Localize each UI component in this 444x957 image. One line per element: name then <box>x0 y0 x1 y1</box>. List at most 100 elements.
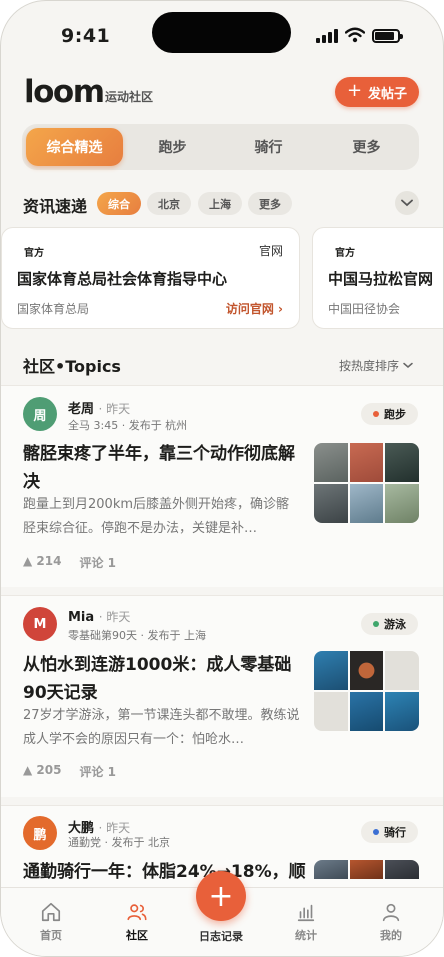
topics-title: 社区•Topics <box>23 357 121 376</box>
post-title[interactable]: 通勤骑行一年：体脂24%→18%，顺 <box>23 858 313 886</box>
news-card-title: 中国马拉松官网 <box>328 270 434 288</box>
post-photo <box>314 860 348 879</box>
post-meta: 零基础第90天 · 发布于 上海 <box>68 629 206 642</box>
post-category-tag[interactable]: 跑步 <box>361 403 418 425</box>
post-photo <box>385 860 419 879</box>
like-count[interactable]: ▲ 214 <box>23 554 61 571</box>
nav-label: 我的 <box>380 929 402 942</box>
post-author: 老周 · 昨天 <box>68 398 130 417</box>
home-icon <box>41 902 61 922</box>
post-photo <box>314 651 348 690</box>
app-subtitle: 运动社区 <box>105 90 154 104</box>
post-image-grid[interactable] <box>314 443 419 523</box>
nav-home[interactable]: 首页 <box>21 888 81 943</box>
post-meta: 全马 3:45 · 发布于 杭州 <box>68 419 188 432</box>
news-card[interactable]: 官方 官网 国家体育总局社会体育指导中心 国家体育总局 访问官网 › <box>1 227 300 329</box>
tag-label: 骑行 <box>384 826 406 839</box>
avatar[interactable]: M <box>23 607 57 641</box>
plus-icon: + <box>208 878 234 914</box>
post-category-tag[interactable]: 游泳 <box>361 613 418 635</box>
news-collapse-button[interactable] <box>395 191 419 215</box>
post-photo <box>385 651 419 690</box>
log-record-button[interactable]: + <box>196 871 246 921</box>
status-time: 9:41 <box>61 25 111 47</box>
post-photo <box>349 443 384 482</box>
post-time: · 昨天 <box>98 402 131 416</box>
tab-more[interactable]: 更多 <box>318 128 415 166</box>
tab-featured[interactable]: 综合精选 <box>26 128 123 166</box>
post-photo <box>314 484 348 523</box>
news-section-title: 资讯速递 <box>23 197 88 216</box>
news-filter-beijing[interactable]: 北京 <box>147 192 191 215</box>
news-filter-all[interactable]: 综合 <box>97 192 141 215</box>
avatar[interactable]: 鹏 <box>23 816 57 850</box>
post-excerpt: 跑量上到月200km后膝盖外侧开始疼，确诊髂胫束综合征。停跑不是办法，关键是补… <box>23 497 290 536</box>
author-name: 老周 <box>68 402 95 417</box>
post-author: Mia · 昨天 <box>68 608 130 625</box>
like-count[interactable]: ▲ 205 <box>23 763 61 780</box>
post-stats: ▲ 214 评论 1 <box>23 554 116 571</box>
post-photo <box>385 443 419 482</box>
app-logo: loom <box>24 74 105 110</box>
post-card[interactable]: 周 老周 · 昨天 全马 3:45 · 发布于 杭州 跑步 髂胫束疼了半年，靠三… <box>1 385 443 587</box>
tag-dot <box>373 621 379 627</box>
post-card[interactable]: M Mia · 昨天 零基础第90天 · 发布于 上海 游泳 从怕水到连游100… <box>1 595 443 797</box>
post-time: · 昨天 <box>98 610 131 624</box>
post-image-grid[interactable] <box>314 651 419 731</box>
sort-dropdown[interactable]: 按热度排序 <box>339 357 413 374</box>
nav-community[interactable]: 社区 <box>107 888 167 943</box>
news-card[interactable]: 官方 中国马拉松官网 中国田径协会 <box>312 227 443 329</box>
visit-site-link[interactable]: 访问官网 › <box>226 300 283 317</box>
new-post-label: 发帖子 <box>368 86 408 102</box>
category-tabs: 综合精选 跑步 骑行 更多 <box>22 124 419 170</box>
post-photo <box>349 860 384 879</box>
post-category-tag[interactable]: 骑行 <box>361 821 418 843</box>
author-name: Mia <box>68 610 95 625</box>
sort-label: 按热度排序 <box>339 359 400 373</box>
post-photo <box>314 692 348 731</box>
profile-icon <box>382 903 400 922</box>
nav-label: 统计 <box>295 929 317 942</box>
post-meta: 通勤党 · 发布于 北京 <box>68 836 170 849</box>
signal-icon <box>316 29 338 43</box>
post-title[interactable]: 从怕水到连游1000米：成人零基础90天记录 <box>23 651 303 707</box>
stats-icon <box>297 904 315 922</box>
post-time: · 昨天 <box>98 821 131 835</box>
tag-label: 跑步 <box>384 408 406 421</box>
dynamic-island <box>152 12 291 53</box>
nav-stats[interactable]: 统计 <box>276 888 336 943</box>
phone-screen: 9:41 loom 运动社区 + 发帖子 综合精选 跑步 骑行 更多 资讯速递 … <box>0 0 444 957</box>
post-photo <box>385 692 419 731</box>
post-stats: ▲ 205 评论 1 <box>23 763 116 780</box>
status-bar: 9:41 <box>1 1 443 67</box>
community-icon <box>127 904 147 921</box>
news-filter-more[interactable]: 更多 <box>248 192 292 215</box>
post-photo <box>314 443 348 482</box>
avatar[interactable]: 周 <box>23 397 57 431</box>
chevron-down-icon <box>401 199 413 207</box>
post-title[interactable]: 髂胫束疼了半年，靠三个动作彻底解决 <box>23 440 303 496</box>
nav-label: 社区 <box>126 929 148 942</box>
tag-label: 游泳 <box>384 618 406 631</box>
plus-icon: + <box>346 80 363 101</box>
post-photo <box>385 484 419 523</box>
post-photo <box>349 651 384 690</box>
log-record-label: 日志记录 <box>199 930 243 943</box>
post-photo <box>349 692 384 731</box>
tab-running[interactable]: 跑步 <box>124 128 221 166</box>
comment-count[interactable]: 评论 1 <box>79 554 116 571</box>
news-card-tag: 官方 <box>24 248 44 259</box>
battery-icon <box>372 29 403 43</box>
post-excerpt: 27岁才学游泳，第一节课连头都不敢埋。教练说成人学不会的原因只有一个：怕呛水… <box>23 708 300 747</box>
news-card-source: 国家体育总局 <box>17 302 90 316</box>
news-card-title: 国家体育总局社会体育指导中心 <box>17 270 228 288</box>
nav-profile[interactable]: 我的 <box>361 888 421 943</box>
tag-dot <box>373 829 379 835</box>
tag-dot <box>373 411 379 417</box>
news-card-type: 官网 <box>258 244 283 258</box>
tab-cycling[interactable]: 骑行 <box>220 128 317 166</box>
new-post-button[interactable]: + 发帖子 <box>335 77 419 107</box>
news-card-tag: 官方 <box>335 248 355 259</box>
news-filter-shanghai[interactable]: 上海 <box>198 192 242 215</box>
comment-count[interactable]: 评论 1 <box>79 763 116 780</box>
